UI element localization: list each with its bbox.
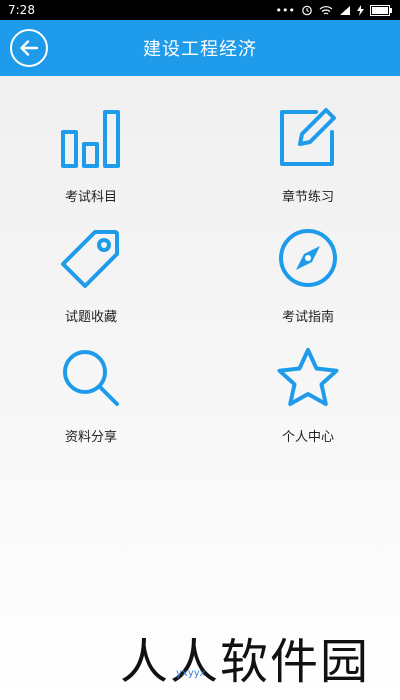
menu-grid: 考试科目 章节练习 试题收藏 考试指南 资料分享 个人中心 xyxy=(0,76,400,700)
status-bar: 7:28 ••• xyxy=(0,0,400,20)
search-icon xyxy=(63,350,119,406)
more-dots-icon: ••• xyxy=(275,3,295,17)
star-icon xyxy=(277,348,339,406)
menu-label: 试题收藏 xyxy=(64,310,117,325)
back-arrow-icon xyxy=(20,40,39,56)
menu-label: 资料分享 xyxy=(64,430,117,445)
tag-icon xyxy=(61,230,119,288)
charging-icon xyxy=(357,4,364,16)
app-bar: 建设工程经济 xyxy=(0,20,400,76)
watermark: 人人软件园 xyxy=(120,634,371,690)
menu-item-chapter-practice[interactable]: 章节练习 xyxy=(248,96,368,206)
menu-label: 个人中心 xyxy=(281,430,334,445)
bar-chart-icon xyxy=(61,110,120,168)
status-icons: ••• xyxy=(276,4,392,17)
menu-item-material-sharing[interactable]: 资料分享 xyxy=(31,336,151,446)
menu-item-exam-guide[interactable]: 考试指南 xyxy=(248,216,368,326)
page-title: 建设工程经济 xyxy=(143,39,257,60)
back-button[interactable] xyxy=(10,29,48,67)
battery-icon xyxy=(370,4,392,16)
menu-item-personal-center[interactable]: 个人中心 xyxy=(248,336,368,446)
compass-icon xyxy=(279,229,337,287)
menu-label: 考试指南 xyxy=(281,310,334,325)
menu-label: 章节练习 xyxy=(281,190,334,205)
status-time: 7:28 xyxy=(8,3,35,17)
edit-icon xyxy=(280,108,336,166)
alarm-icon xyxy=(302,5,312,16)
menu-label: 考试科目 xyxy=(64,190,117,205)
watermark-subtext: yxyyx xyxy=(176,668,206,679)
menu-item-exam-subjects[interactable]: 考试科目 xyxy=(31,96,151,206)
menu-item-question-favorites[interactable]: 试题收藏 xyxy=(31,216,151,326)
signal-icon xyxy=(340,5,350,15)
wifi-icon xyxy=(319,5,333,15)
